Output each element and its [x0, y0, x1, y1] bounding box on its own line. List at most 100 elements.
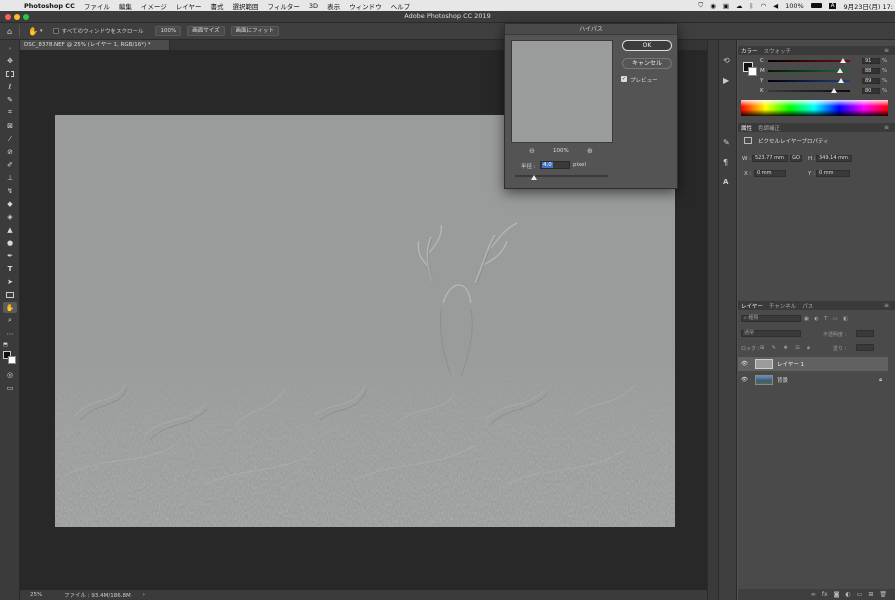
- document-tab[interactable]: DSC_8378.NEF @ 25% (レイヤー 1, RGB/16*) *: [20, 40, 170, 50]
- dodge-tool-icon[interactable]: ●: [3, 237, 17, 248]
- panel-menu-icon[interactable]: ≡: [881, 124, 892, 131]
- channel-value[interactable]: 88: [862, 67, 880, 74]
- crop-tool-icon[interactable]: ⌗: [3, 107, 17, 118]
- screen-mode-icon[interactable]: ▭: [3, 382, 17, 393]
- blur-tool-icon[interactable]: ▲: [3, 224, 17, 235]
- clock[interactable]: 9月23日(月) 17:: [843, 1, 893, 11]
- eye-icon[interactable]: 👁︎: [741, 361, 751, 367]
- zoom-in-icon[interactable]: ⊕: [587, 147, 593, 155]
- filter-preview[interactable]: [511, 40, 613, 143]
- channel-slider-thumb[interactable]: [839, 57, 846, 63]
- tab-properties[interactable]: 属性: [738, 124, 755, 132]
- layer-name[interactable]: レイヤー 1: [777, 360, 804, 368]
- status-file-info[interactable]: ファイル : 93.4M/186.8M: [64, 591, 131, 599]
- eyedropper-tool-icon[interactable]: ⁄: [3, 133, 17, 144]
- status-arrow-icon[interactable]: ›: [143, 592, 145, 598]
- menu-edit[interactable]: 編集: [119, 1, 132, 11]
- radius-slider-thumb[interactable]: [531, 175, 537, 180]
- actions-panel-icon[interactable]: ▶: [723, 76, 729, 85]
- quick-select-tool-icon[interactable]: ✎: [3, 94, 17, 105]
- x-field[interactable]: 0 mm: [754, 170, 786, 177]
- channel-slider-track[interactable]: [768, 67, 850, 73]
- character-panel-icon[interactable]: A: [723, 178, 728, 186]
- channel-slider-track[interactable]: [768, 77, 850, 83]
- healing-brush-tool-icon[interactable]: ⊘: [3, 146, 17, 157]
- height-field[interactable]: 349.14 mm: [816, 155, 852, 162]
- fx-icon[interactable]: fx: [822, 591, 828, 598]
- volume-icon[interactable]: ◀: [773, 2, 778, 10]
- hand-tool-preset-icon[interactable]: ✋: [28, 27, 38, 36]
- hand-tool-icon[interactable]: ✋: [3, 302, 17, 313]
- fill-field[interactable]: [856, 344, 874, 351]
- paragraph-panel-icon[interactable]: ¶: [723, 158, 728, 167]
- channel-slider-thumb[interactable]: [837, 77, 844, 83]
- menu-file[interactable]: ファイル: [84, 1, 110, 11]
- cloud-icon[interactable]: ☁: [736, 2, 743, 10]
- pen-tool-icon[interactable]: ✒: [3, 250, 17, 261]
- menu-layer[interactable]: レイヤー: [176, 1, 202, 11]
- color-spectrum-bar[interactable]: [741, 100, 888, 116]
- battery-icon[interactable]: [810, 3, 822, 8]
- trash-icon[interactable]: 🗑︎: [879, 591, 887, 598]
- menu-select[interactable]: 選択範囲: [233, 1, 259, 11]
- layer-row-background[interactable]: 👁︎ 背景 🔒︎: [738, 373, 888, 387]
- channel-slider-thumb[interactable]: [837, 67, 844, 73]
- move-tool-icon[interactable]: ✥: [3, 55, 17, 66]
- channel-slider-track[interactable]: [768, 87, 850, 93]
- vertical-scrollbar[interactable]: [707, 40, 718, 600]
- chevron-down-icon[interactable]: ▾: [40, 28, 43, 34]
- monitor-icon[interactable]: ▣: [723, 2, 729, 10]
- zoom-out-icon[interactable]: ⊖: [529, 147, 535, 155]
- channel-slider-track[interactable]: [768, 57, 850, 63]
- eye-icon[interactable]: 👁︎: [741, 377, 751, 383]
- menu-window[interactable]: ウィンドウ: [349, 1, 382, 11]
- zoom-tool-icon[interactable]: ⌕: [3, 315, 17, 326]
- new-layer-icon[interactable]: ⊞: [868, 591, 873, 598]
- tab-adjustments[interactable]: 色調補正: [755, 124, 783, 132]
- layer-filter-search[interactable]: ⌕ 種類: [741, 315, 801, 322]
- record-icon[interactable]: ◉: [710, 2, 716, 10]
- tab-color[interactable]: カラー: [738, 47, 761, 55]
- menu-app-name[interactable]: Photoshop CC: [24, 2, 75, 10]
- quick-mask-icon[interactable]: ◎: [3, 369, 17, 380]
- eraser-tool-icon[interactable]: ◆: [3, 198, 17, 209]
- ok-button[interactable]: OK: [622, 40, 672, 51]
- tab-layers[interactable]: レイヤー: [738, 302, 766, 310]
- menu-3d[interactable]: 3D: [309, 2, 318, 10]
- y-field[interactable]: 0 mm: [816, 170, 850, 177]
- fit-screen-button[interactable]: 画面サイズ: [187, 26, 225, 36]
- channel-value[interactable]: 91: [862, 57, 880, 64]
- add-mask-icon[interactable]: ◙: [834, 591, 840, 598]
- tab-channels[interactable]: チャンネル: [766, 302, 799, 310]
- tab-paths[interactable]: パス: [799, 302, 816, 310]
- frame-tool-icon[interactable]: ⊠: [3, 120, 17, 131]
- color-bg-swatch[interactable]: [748, 67, 757, 76]
- fill-screen-button[interactable]: 画面にフィット: [230, 26, 279, 36]
- channel-value[interactable]: 89: [862, 77, 880, 84]
- layer-row-layer1[interactable]: 👁︎ レイヤー 1: [738, 357, 888, 371]
- layer-filter-icons[interactable]: ▣ ◐ T ▭ ◧: [804, 316, 850, 322]
- marquee-tool-icon[interactable]: [3, 68, 17, 79]
- opacity-field[interactable]: [856, 330, 874, 337]
- panel-menu-icon[interactable]: ≡: [881, 302, 892, 309]
- menu-help[interactable]: ヘルプ: [391, 1, 411, 11]
- preview-checkbox[interactable]: ✓: [621, 76, 627, 82]
- width-field[interactable]: 523.77 mm: [752, 155, 788, 162]
- more-tools-icon[interactable]: ⋯: [3, 328, 17, 339]
- channel-value[interactable]: 80: [862, 87, 880, 94]
- link-layers-icon[interactable]: ∞: [811, 591, 816, 598]
- channel-slider-thumb[interactable]: [830, 87, 837, 93]
- menu-filter[interactable]: フィルター: [268, 1, 300, 11]
- type-tool-icon[interactable]: T: [3, 263, 17, 274]
- lasso-tool-icon[interactable]: ℓ: [3, 81, 17, 92]
- paint-bucket-tool-icon[interactable]: ◈: [3, 211, 17, 222]
- home-icon[interactable]: ⌂: [7, 27, 12, 36]
- clone-stamp-tool-icon[interactable]: ⊥: [3, 172, 17, 183]
- bluetooth-icon[interactable]: ᛒ: [750, 2, 754, 10]
- wifi-icon[interactable]: ◠: [760, 2, 766, 10]
- tab-swatches[interactable]: スウォッチ: [761, 47, 795, 55]
- cancel-button[interactable]: キャンセル: [622, 58, 672, 69]
- radius-slider-track[interactable]: [515, 175, 608, 177]
- adjustment-layer-icon[interactable]: ◐: [845, 591, 850, 598]
- menu-image[interactable]: イメージ: [141, 1, 167, 11]
